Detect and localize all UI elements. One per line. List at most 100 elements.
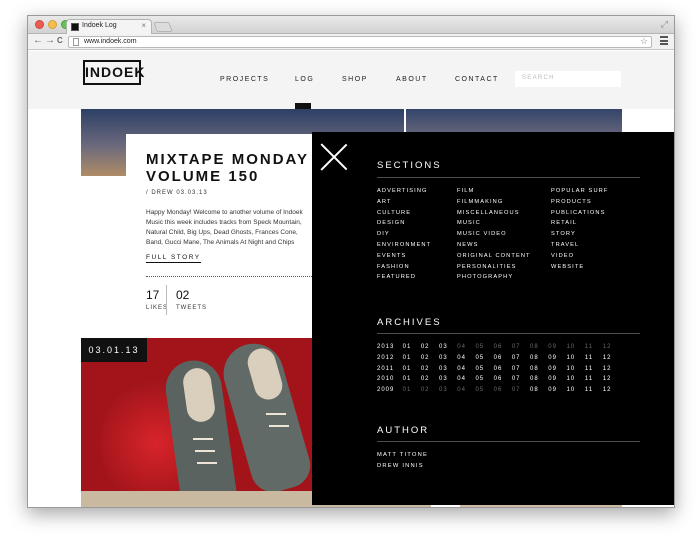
- tab-close-icon[interactable]: ×: [141, 21, 146, 30]
- section-link[interactable]: PUBLICATIONS: [551, 210, 606, 216]
- archive-month[interactable]: 12: [601, 366, 613, 372]
- section-link[interactable]: ENVIRONMENT: [377, 242, 431, 248]
- author-link[interactable]: DREW INNIS: [377, 463, 424, 469]
- archive-month[interactable]: 02: [419, 355, 431, 361]
- archive-month[interactable]: 07: [510, 366, 522, 372]
- section-link[interactable]: FEATURED: [377, 274, 416, 280]
- section-link[interactable]: PRODUCTS: [551, 199, 592, 205]
- section-link[interactable]: STORY: [551, 231, 576, 237]
- full-story-link[interactable]: FULL STORY: [146, 254, 201, 263]
- archive-month[interactable]: 11: [583, 355, 595, 361]
- archive-month[interactable]: 03: [437, 366, 449, 372]
- archive-month[interactable]: 10: [565, 366, 577, 372]
- site-logo[interactable]: INDOEK: [83, 60, 144, 85]
- section-link[interactable]: EVENTS: [377, 253, 406, 259]
- bookmark-star-icon[interactable]: ☆: [640, 36, 648, 47]
- nav-contact[interactable]: CONTACT: [455, 76, 499, 83]
- address-bar[interactable]: www.indoek.com ☆: [68, 36, 652, 48]
- close-window-button[interactable]: [35, 20, 44, 29]
- nav-projects[interactable]: PROJECTS: [220, 76, 269, 83]
- archive-month[interactable]: 02: [419, 344, 431, 350]
- close-icon[interactable]: [320, 143, 348, 171]
- section-link[interactable]: POPULAR SURF: [551, 188, 608, 194]
- back-button[interactable]: ←: [33, 35, 43, 46]
- archive-month[interactable]: 05: [474, 376, 486, 382]
- section-link[interactable]: FILMMAKING: [457, 199, 503, 205]
- archive-month[interactable]: 10: [565, 387, 577, 393]
- archive-month[interactable]: 06: [492, 366, 504, 372]
- archive-month[interactable]: 06: [492, 355, 504, 361]
- section-link[interactable]: MISCELLANEOUS: [457, 210, 520, 216]
- archive-month[interactable]: 09: [547, 376, 559, 382]
- section-link[interactable]: ADVERTISING: [377, 188, 428, 194]
- search-input[interactable]: SEARCH: [515, 71, 621, 87]
- archive-month[interactable]: 03: [437, 376, 449, 382]
- fullscreen-icon[interactable]: ⤢: [661, 19, 668, 30]
- archive-month[interactable]: 12: [601, 387, 613, 393]
- archive-month[interactable]: 11: [583, 366, 595, 372]
- archive-month[interactable]: 03: [437, 355, 449, 361]
- archive-month[interactable]: 03: [437, 344, 449, 350]
- archive-month[interactable]: 11: [583, 376, 595, 382]
- archive-year[interactable]: 2011: [377, 366, 394, 372]
- archive-month[interactable]: 08: [528, 387, 540, 393]
- archive-month[interactable]: 08: [528, 376, 540, 382]
- archive-year[interactable]: 2013: [377, 344, 394, 350]
- section-link[interactable]: DIY: [377, 231, 390, 237]
- archive-month[interactable]: 08: [528, 355, 540, 361]
- section-link[interactable]: FASHION: [377, 264, 410, 270]
- browser-menu-icon[interactable]: [660, 36, 668, 45]
- section-link[interactable]: PHOTOGRAPHY: [457, 274, 513, 280]
- author-link[interactable]: MATT TITONE: [377, 452, 428, 458]
- section-link[interactable]: DESIGN: [377, 220, 405, 226]
- archive-month[interactable]: 06: [492, 376, 504, 382]
- archive-month[interactable]: 02: [419, 366, 431, 372]
- minimize-window-button[interactable]: [48, 20, 57, 29]
- archive-month[interactable]: 07: [510, 376, 522, 382]
- archive-month[interactable]: 05: [474, 355, 486, 361]
- archive-month[interactable]: 09: [547, 387, 559, 393]
- archive-month[interactable]: 01: [401, 344, 413, 350]
- article-title[interactable]: MIXTAPE MONDAY VOLUME 150: [146, 151, 309, 185]
- tweets-count[interactable]: 02: [176, 288, 189, 302]
- archive-month[interactable]: 04: [456, 376, 468, 382]
- section-link[interactable]: TRAVEL: [551, 242, 579, 248]
- archive-month[interactable]: 09: [547, 366, 559, 372]
- forward-button[interactable]: →: [45, 35, 55, 46]
- archive-year[interactable]: 2009: [377, 387, 394, 393]
- archive-month[interactable]: 01: [401, 376, 413, 382]
- section-link[interactable]: VIDEO: [551, 253, 574, 259]
- archive-month[interactable]: 08: [528, 366, 540, 372]
- section-link[interactable]: ART: [377, 199, 392, 205]
- section-link[interactable]: MUSIC VIDEO: [457, 231, 507, 237]
- archive-year[interactable]: 2012: [377, 355, 394, 361]
- archive-month[interactable]: 10: [565, 376, 577, 382]
- nav-about[interactable]: ABOUT: [396, 76, 428, 83]
- section-link[interactable]: FILM: [457, 188, 474, 194]
- section-link[interactable]: NEWS: [457, 242, 478, 248]
- archive-month[interactable]: 09: [547, 355, 559, 361]
- archive-year[interactable]: 2010: [377, 376, 394, 382]
- section-link[interactable]: MUSIC: [457, 220, 481, 226]
- archive-month[interactable]: 04: [456, 366, 468, 372]
- archive-month[interactable]: 10: [565, 355, 577, 361]
- archive-month[interactable]: 07: [510, 355, 522, 361]
- archive-month[interactable]: 01: [401, 355, 413, 361]
- section-link[interactable]: CULTURE: [377, 210, 411, 216]
- section-link[interactable]: PERSONALITIES: [457, 264, 517, 270]
- archive-month[interactable]: 11: [583, 387, 595, 393]
- section-link[interactable]: RETAIL: [551, 220, 577, 226]
- archive-month[interactable]: 01: [401, 366, 413, 372]
- archive-month[interactable]: 04: [456, 355, 468, 361]
- section-link[interactable]: WEBSITE: [551, 264, 584, 270]
- archive-month[interactable]: 02: [419, 376, 431, 382]
- archive-month[interactable]: 12: [601, 376, 613, 382]
- nav-shop[interactable]: SHOP: [342, 76, 368, 83]
- section-link[interactable]: ORIGINAL CONTENT: [457, 253, 531, 259]
- nav-log[interactable]: LOG: [295, 76, 314, 83]
- archive-month[interactable]: 12: [601, 355, 613, 361]
- browser-tab[interactable]: Indoek Log ×: [66, 19, 152, 34]
- reload-button[interactable]: C: [57, 36, 63, 45]
- archive-month[interactable]: 05: [474, 366, 486, 372]
- new-tab-button[interactable]: [153, 22, 173, 32]
